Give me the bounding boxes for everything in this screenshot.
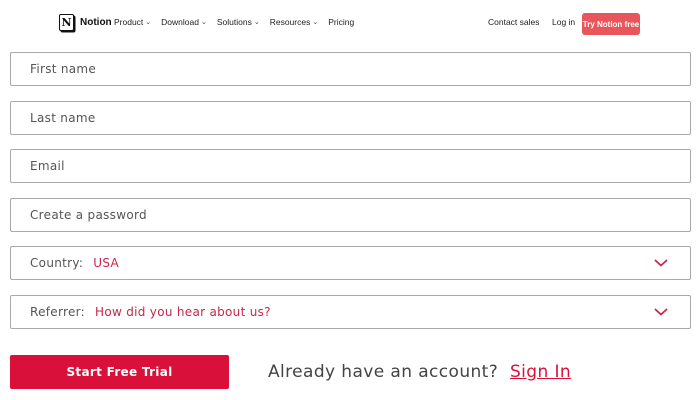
nav-item-download[interactable]: Download ⌄ xyxy=(161,17,207,27)
last-name-placeholder: Last name xyxy=(30,111,96,125)
nav-item-resources[interactable]: Resources ⌄ xyxy=(270,17,319,27)
brand-link[interactable]: N Notion xyxy=(59,14,112,31)
log-in-link[interactable]: Log in xyxy=(552,17,575,27)
referrer-label: Referrer: xyxy=(30,305,86,319)
password-field[interactable]: Create a password xyxy=(10,198,691,232)
nav-item-label: Product xyxy=(114,17,144,27)
chevron-down-icon: ⌄ xyxy=(253,19,260,26)
top-navigation: N Notion Product ⌄ Download ⌄ Solutions … xyxy=(0,0,700,46)
chevron-down-icon: ⌄ xyxy=(145,19,152,26)
already-have-account-text: Already have an account? xyxy=(268,362,499,382)
nav-links: Product ⌄ Download ⌄ Solutions ⌄ Resourc… xyxy=(114,17,364,27)
chevron-down-icon: ⌄ xyxy=(200,19,207,26)
try-notion-free-button[interactable]: Try Notion free xyxy=(582,13,640,35)
notion-logo-icon: N xyxy=(59,14,74,31)
contact-sales-link[interactable]: Contact sales xyxy=(488,17,540,27)
email-field[interactable]: Email xyxy=(10,149,691,183)
nav-item-label: Download xyxy=(161,17,199,27)
chevron-down-icon xyxy=(654,308,668,316)
sign-in-prompt: Already have an account? Sign In xyxy=(268,362,571,382)
country-label: Country: xyxy=(30,256,84,270)
password-placeholder: Create a password xyxy=(30,208,147,222)
nav-item-label: Solutions xyxy=(216,17,252,27)
sign-in-link[interactable]: Sign In xyxy=(510,362,571,382)
nav-item-solutions[interactable]: Solutions ⌄ xyxy=(217,17,260,27)
first-name-placeholder: First name xyxy=(30,62,97,76)
nav-item-product[interactable]: Product ⌄ xyxy=(114,17,151,27)
chevron-down-icon: ⌄ xyxy=(312,19,319,26)
nav-item-pricing[interactable]: Pricing xyxy=(328,17,354,27)
email-placeholder: Email xyxy=(30,159,65,173)
chevron-down-icon xyxy=(654,259,668,267)
nav-item-label: Resources xyxy=(269,17,311,27)
nav-item-label: Pricing xyxy=(328,17,355,27)
country-value: USA xyxy=(93,256,119,270)
country-select[interactable]: Country: USA xyxy=(10,246,691,280)
brand-name: Notion xyxy=(80,17,112,28)
last-name-field[interactable]: Last name xyxy=(10,101,691,135)
first-name-field[interactable]: First name xyxy=(10,52,691,86)
start-free-trial-button[interactable]: Start Free Trial xyxy=(10,355,229,389)
referrer-select[interactable]: Referrer: How did you hear about us? xyxy=(10,295,691,329)
referrer-value: How did you hear about us? xyxy=(95,305,271,319)
